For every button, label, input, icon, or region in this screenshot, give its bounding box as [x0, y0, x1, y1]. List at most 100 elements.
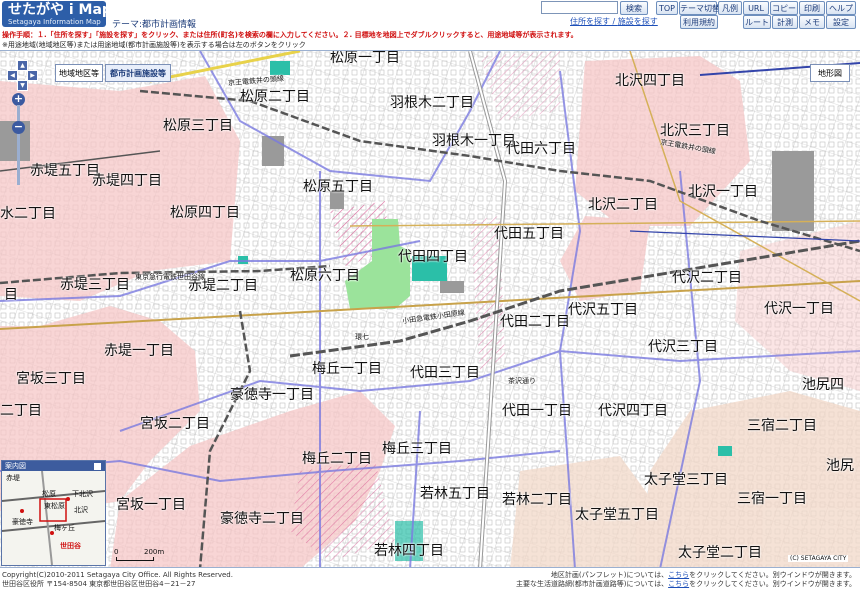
map-label: 代沢一丁目 — [764, 301, 834, 317]
map-label: 宮坂三丁目 — [16, 371, 86, 387]
map-label: 代沢二丁目 — [672, 270, 742, 286]
map-label: 松原四丁目 — [170, 205, 240, 221]
map-label: 二丁目 — [0, 403, 42, 419]
map-label: 太子堂二丁目 — [678, 545, 762, 561]
map-label: 代田六丁目 — [506, 141, 576, 157]
map-label: 若林二丁目 — [502, 492, 572, 508]
map-label: 水二丁目 — [0, 206, 56, 222]
road-label: 茶沢通り — [508, 377, 536, 385]
pan-control: ▲ ◀ ▶ ▼ — [7, 60, 47, 91]
legend-button[interactable]: 凡例 — [718, 1, 742, 15]
search-button[interactable]: 検索 — [620, 1, 648, 15]
road-label: 環七 — [355, 333, 369, 341]
map-label: 赤堤五丁目 — [30, 163, 100, 179]
map-label: 北沢二丁目 — [588, 197, 658, 213]
note-text: ※用途地域(地域地区等)または用途地域(都市計画施設等)を表示する場合は左のボタ… — [2, 41, 306, 49]
help-button[interactable]: ヘルプ — [826, 1, 856, 15]
overview-title: 案内図 — [2, 461, 105, 471]
map-label: 梅丘一丁目 — [312, 361, 382, 377]
header: せたがや i Map Setagaya Information Map テーマ:… — [0, 0, 860, 30]
map-label: 豪徳寺一丁目 — [230, 387, 314, 403]
theme-switch-button[interactable]: テーマ切替 — [679, 1, 720, 15]
map-label: 代田四丁目 — [398, 249, 468, 265]
overview-label: 豪徳寺 — [12, 518, 33, 526]
map-credit: (C) SETAGAYA CITY — [788, 555, 849, 562]
overview-label: 下北沢 — [72, 490, 93, 498]
map-label: 松原二丁目 — [240, 89, 310, 105]
facility-plan-button[interactable]: 都市計画施設等 — [105, 64, 171, 82]
zoning-button[interactable]: 地域地区等 — [55, 64, 103, 82]
map-label: 若林四丁目 — [374, 543, 444, 559]
pan-right-icon[interactable]: ▶ — [27, 70, 38, 81]
scale-label-end: 200m — [144, 548, 165, 556]
map-label: 代田五丁目 — [494, 226, 564, 242]
map-label: 松原六丁目 — [290, 268, 360, 284]
map-label: 赤堤三丁目 — [60, 277, 130, 293]
overview-close-icon[interactable] — [93, 462, 102, 471]
copy-button[interactable]: コピー — [770, 1, 798, 15]
top-button[interactable]: TOP — [656, 1, 678, 15]
road-info-line: 主要な生活道路網(都市計画道路等)については、こちらをクリックしてください。別ウ… — [516, 580, 856, 589]
road-info-text: 主要な生活道路網(都市計画道路等)については、 — [515, 580, 669, 588]
road-info-link[interactable]: こちら — [668, 580, 689, 588]
url-button[interactable]: URL — [743, 1, 769, 15]
map-label: 羽根木二丁目 — [390, 95, 474, 111]
measure-button[interactable]: 計測 — [772, 15, 798, 29]
logo-title: せたがや i Map — [8, 2, 112, 18]
railway-label: 東京急行電鉄世田谷線 — [135, 273, 205, 281]
footer: Copyright(C)2010-2011 Setagaya City Offi… — [0, 568, 860, 592]
overview-label: 赤堤 — [6, 474, 20, 482]
map-label: 赤堤四丁目 — [92, 173, 162, 189]
facility-search-link[interactable]: 施設を探す — [618, 17, 658, 26]
search-input[interactable] — [541, 1, 618, 14]
overview-label: 北沢 — [74, 506, 88, 514]
map-label: 松原一丁目 — [330, 50, 400, 66]
zoom-slider-track[interactable] — [17, 105, 20, 185]
map-label: 豪徳寺二丁目 — [220, 511, 304, 527]
instruction-text: 操作手順：１.「住所を探す」「施設を探す」をクリック、または住所(町名)を検索の… — [2, 31, 578, 39]
map-label: 梅丘二丁目 — [302, 451, 372, 467]
route-button[interactable]: ルート — [743, 15, 771, 29]
road-info-text-end: をクリックしてください。別ウインドウが開きます。 — [689, 580, 856, 588]
map-label: 太子堂三丁目 — [644, 472, 728, 488]
map-label: 代沢三丁目 — [648, 339, 718, 355]
pan-down-icon[interactable]: ▼ — [17, 80, 28, 91]
map-label: 目 — [4, 287, 18, 303]
settings-button[interactable]: 設定 — [826, 15, 856, 29]
office-address: 世田谷区役所 〒154-8504 東京都世田谷区世田谷4－21－27 — [2, 580, 196, 588]
map-label: 宮坂二丁目 — [140, 416, 210, 432]
map-canvas[interactable]: 松原一丁目 松原二丁目 羽根木二丁目 北沢四丁目 松原三丁目 北沢三丁目 羽根木… — [0, 50, 860, 568]
map-label: 代田二丁目 — [500, 314, 570, 330]
map-type-button[interactable]: 地形図 — [810, 64, 850, 82]
map-label: 松原三丁目 — [163, 118, 233, 134]
plan-info-text-end: をクリックしてください。別ウインドウが開きます。 — [689, 571, 856, 579]
map-label: 赤堤一丁目 — [104, 343, 174, 359]
map-label: 宮坂一丁目 — [116, 497, 186, 513]
overview-label: 世田谷 — [60, 542, 81, 550]
map-label: 代田三丁目 — [410, 365, 480, 381]
map-label: 太子堂五丁目 — [575, 507, 659, 523]
memo-button[interactable]: メモ — [799, 15, 825, 29]
plan-info-line: 地区計画(パンフレット)については、こちらをクリックしてください。別ウインドウが… — [516, 571, 856, 580]
scale-label-start: 0 — [114, 548, 119, 556]
terms-button[interactable]: 利用規約 — [680, 15, 718, 29]
map-label: 松原五丁目 — [303, 179, 373, 195]
map-label: 代沢五丁目 — [568, 302, 638, 318]
overview-label: 東松原 — [44, 502, 65, 510]
plan-info-link[interactable]: こちら — [668, 571, 689, 579]
link-separator: / — [610, 17, 618, 26]
map-label: 代田一丁目 — [502, 403, 572, 419]
scale-line — [116, 557, 154, 561]
map-label: 三宿二丁目 — [747, 418, 817, 434]
logo[interactable]: せたがや i Map Setagaya Information Map — [2, 1, 112, 27]
overview-map[interactable]: 案内図 赤堤 下北沢 松原 東松原 豪徳寺 梅ヶ丘 世田谷 北沢 — [1, 460, 106, 566]
logo-subtitle: Setagaya Information Map — [8, 18, 101, 26]
zoom-out-button[interactable]: − — [12, 121, 25, 134]
address-search-link[interactable]: 住所を探す — [570, 17, 610, 26]
map-label: 北沢四丁目 — [615, 73, 685, 89]
map-label: 若林五丁目 — [420, 486, 490, 502]
theme-label: テーマ:都市計画情報 — [112, 20, 197, 30]
search-links: 住所を探す / 施設を探す — [570, 16, 658, 27]
copyright-text: Copyright(C)2010-2011 Setagaya City Offi… — [2, 571, 233, 579]
print-button[interactable]: 印刷 — [799, 1, 825, 15]
